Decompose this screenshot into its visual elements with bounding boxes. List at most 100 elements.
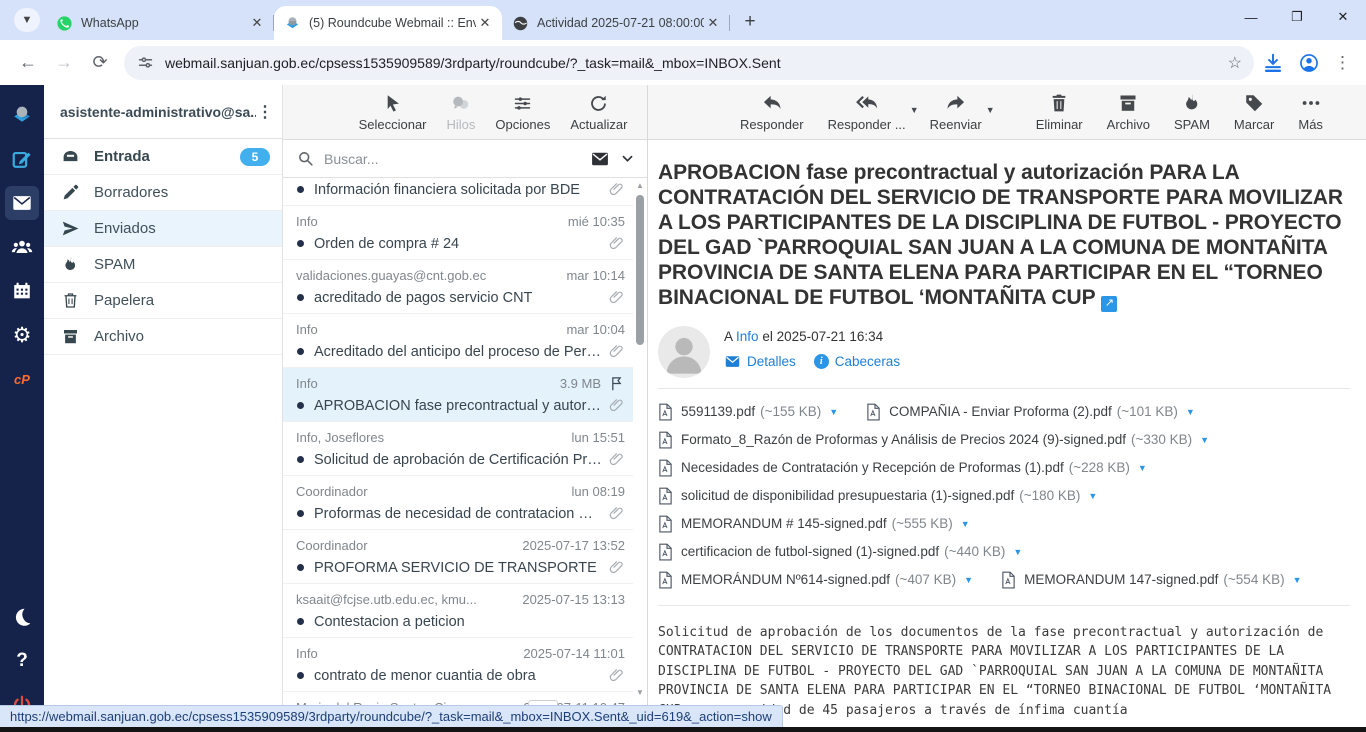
rail-settings-icon[interactable]: ⚙ — [5, 318, 39, 352]
restore-button[interactable]: ❐ — [1274, 0, 1320, 34]
browser-menu-icon[interactable]: ⋮ — [1334, 53, 1350, 73]
url-text[interactable]: webmail.sanjuan.gob.ec/cpsess1535909589/… — [165, 55, 1228, 71]
attachment-item[interactable]: MEMORANDUM # 145-signed.pdf(~555 KB)▼ — [658, 515, 970, 533]
list-scrollbar[interactable]: ▲ ▼ — [633, 179, 647, 727]
attachment-menu-caret-icon[interactable]: ▼ — [1200, 435, 1209, 445]
message-row[interactable]: Infomar 10:04Acreditado del anticipo del… — [283, 314, 633, 368]
message-row[interactable]: Infomié 10:35Orden de compra # 24 — [283, 206, 633, 260]
site-info-icon[interactable] — [136, 53, 155, 72]
attachment-name[interactable]: 5591139.pdf — [681, 404, 755, 419]
search-scope-mail-icon[interactable] — [590, 149, 610, 169]
attachment-name[interactable]: MEMORANDUM 147-signed.pdf — [1024, 572, 1218, 587]
archivo-button[interactable]: Archivo — [1107, 92, 1150, 132]
folder-item-entrada[interactable]: Entrada5 — [44, 139, 282, 175]
minimize-button[interactable]: — — [1228, 0, 1274, 34]
attachment-name[interactable]: certificacion de futbol-signed (1)-signe… — [681, 544, 939, 559]
attachment-item[interactable]: Formato_8_Razón de Proformas y Análisis … — [658, 431, 1209, 449]
attachment-name[interactable]: Formato_8_Razón de Proformas y Análisis … — [681, 432, 1126, 447]
dropdown-caret-icon[interactable]: ▼ — [986, 105, 995, 115]
open-external-icon[interactable]: ↗ — [1101, 296, 1117, 312]
eliminar-button[interactable]: Eliminar — [1036, 92, 1083, 132]
rail-dark-mode-icon[interactable] — [5, 600, 39, 634]
attachment-name[interactable]: MEMORÁNDUM Nº614-signed.pdf — [681, 572, 890, 587]
attachment-item[interactable]: MEMORANDUM 147-signed.pdf(~554 KB)▼ — [1001, 571, 1301, 589]
tab-close-icon[interactable]: ✕ — [476, 14, 494, 32]
headers-toggle[interactable]: i Cabeceras — [814, 354, 900, 369]
search-options-chevron-icon[interactable] — [620, 151, 635, 166]
attachment-menu-caret-icon[interactable]: ▼ — [1138, 463, 1147, 473]
message-row[interactable]: Información financiera solicitada por BD… — [283, 179, 633, 206]
rail-contacts-icon[interactable] — [5, 230, 39, 264]
marcar-button[interactable]: Marcar — [1234, 92, 1274, 132]
account-menu-icon[interactable]: ⋮ — [256, 102, 274, 122]
attachment-menu-caret-icon[interactable]: ▼ — [964, 575, 973, 585]
attachment-item[interactable]: COMPAÑIA - Enviar Proforma (2).pdf(~101 … — [866, 403, 1195, 421]
folder-item-papelera[interactable]: Papelera — [44, 283, 282, 319]
rail-compose-icon[interactable] — [5, 142, 39, 176]
attachment-name[interactable]: COMPAÑIA - Enviar Proforma (2).pdf — [889, 404, 1112, 419]
browser-tab[interactable]: (5) Roundcube Webmail :: Envia✕ — [274, 6, 502, 40]
folder-item-spam[interactable]: SPAM — [44, 247, 282, 283]
message-row[interactable]: Info3.9 MBAPROBACION fase precontractual… — [283, 368, 633, 422]
folder-item-archivo[interactable]: Archivo — [44, 319, 282, 355]
scroll-up-icon[interactable]: ▲ — [635, 181, 645, 190]
back-button[interactable]: ← — [13, 48, 43, 78]
new-tab-button[interactable]: + — [736, 8, 764, 36]
search-input[interactable] — [324, 151, 580, 167]
rail-cpanel-icon[interactable]: cP — [5, 362, 39, 396]
close-button[interactable]: ✕ — [1320, 0, 1366, 34]
browser-tab[interactable]: Actividad 2025-07-21 08:00:00✕ — [502, 6, 730, 40]
attachment-menu-caret-icon[interactable]: ▼ — [961, 519, 970, 529]
attachment-menu-caret-icon[interactable]: ▼ — [1293, 575, 1302, 585]
attachment-menu-caret-icon[interactable]: ▼ — [1013, 547, 1022, 557]
seleccionar-button[interactable]: Seleccionar — [359, 93, 427, 132]
message-row[interactable]: Coordinadorlun 08:19Proformas de necesid… — [283, 476, 633, 530]
hilos-button[interactable]: Hilos — [447, 93, 476, 132]
más-button[interactable]: Más — [1298, 92, 1323, 132]
rail-roundcube-logo[interactable] — [5, 98, 39, 132]
message-row[interactable]: Info, Josefloreslun 15:51Solicitud de ap… — [283, 422, 633, 476]
attachment-item[interactable]: certificacion de futbol-signed (1)-signe… — [658, 543, 1022, 561]
attachment-menu-caret-icon[interactable]: ▼ — [1088, 491, 1097, 501]
message-row[interactable]: Info2025-07-14 11:01contrato de menor cu… — [283, 638, 633, 692]
responder-button[interactable]: Responder — [740, 92, 804, 132]
profile-icon[interactable] — [1298, 52, 1320, 74]
attachment-menu-caret-icon[interactable]: ▼ — [1186, 407, 1195, 417]
folder-item-borradores[interactable]: Borradores — [44, 175, 282, 211]
message-row[interactable]: validaciones.guayas@cnt.gob.ecmar 10:14a… — [283, 260, 633, 314]
folder-item-enviados[interactable]: Enviados — [44, 211, 282, 247]
message-row[interactable]: ksaait@fcjse.utb.edu.ec, kmu...2025-07-1… — [283, 584, 633, 638]
tab-scroll-chevron-icon[interactable]: ▼ — [14, 8, 40, 32]
flag-icon[interactable] — [608, 375, 625, 392]
rail-help-icon[interactable]: ? — [5, 644, 39, 678]
actualizar-button[interactable]: Actualizar — [570, 93, 627, 132]
forward-button[interactable]: → — [49, 48, 79, 78]
rail-mail-icon[interactable] — [5, 186, 39, 220]
browser-tab[interactable]: WhatsApp✕ — [46, 6, 274, 40]
attachment-item[interactable]: MEMORÁNDUM Nº614-signed.pdf(~407 KB)▼ — [658, 571, 973, 589]
attachment-item[interactable]: Necesidades de Contratación y Recepción … — [658, 459, 1147, 477]
scroll-down-icon[interactable]: ▼ — [635, 688, 645, 697]
address-bar[interactable]: webmail.sanjuan.gob.ec/cpsess1535909589/… — [124, 46, 1254, 80]
rail-calendar-icon[interactable] — [5, 274, 39, 308]
details-toggle[interactable]: Detalles — [724, 353, 796, 370]
dropdown-caret-icon[interactable]: ▼ — [910, 105, 919, 115]
attachment-menu-caret-icon[interactable]: ▼ — [829, 407, 838, 417]
downloads-icon[interactable] — [1262, 52, 1284, 74]
attachment-item[interactable]: solicitud de disponibilidad presupuestar… — [658, 487, 1097, 505]
message-row[interactable]: Coordinador2025-07-17 13:52PROFORMA SERV… — [283, 530, 633, 584]
attachment-name[interactable]: MEMORANDUM # 145-signed.pdf — [681, 516, 887, 531]
attachment-name[interactable]: solicitud de disponibilidad presupuestar… — [681, 488, 1014, 503]
attachment-item[interactable]: 5591139.pdf(~155 KB)▼ — [658, 403, 838, 421]
scrollbar-thumb[interactable] — [636, 195, 644, 345]
tab-close-icon[interactable]: ✕ — [248, 14, 266, 32]
attachment-name[interactable]: Necesidades de Contratación y Recepción … — [681, 460, 1064, 475]
opciones-button[interactable]: Opciones — [495, 93, 550, 132]
reenviar-button[interactable]: Reenviar▼ — [930, 92, 982, 132]
reload-button[interactable]: ⟳ — [85, 48, 115, 78]
tab-close-icon[interactable]: ✕ — [704, 14, 722, 32]
recipient-link[interactable]: Info — [736, 329, 759, 344]
bookmark-star-icon[interactable]: ☆ — [1228, 53, 1242, 73]
responder-button[interactable]: Responder ...▼ — [828, 92, 906, 132]
spam-button[interactable]: SPAM — [1174, 92, 1210, 132]
